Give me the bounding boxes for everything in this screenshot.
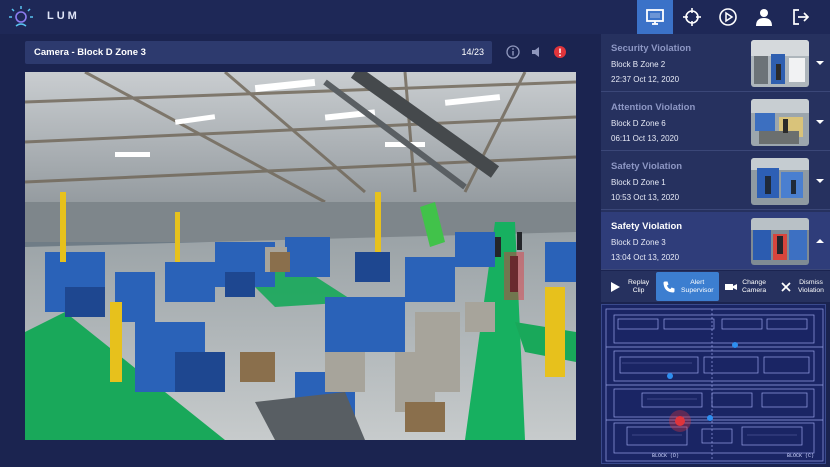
user-icon — [756, 9, 772, 26]
violations-list: Security Violation Block B Zone 2 22:37 … — [601, 34, 830, 270]
dismiss-violation-button[interactable]: Dismiss Violation — [774, 272, 829, 301]
violation-thumbnail[interactable] — [751, 218, 809, 265]
violation-actions-bar: Replay Clip Alert Supervisor Change Came… — [601, 271, 830, 302]
violation-time: 10:53 Oct 13, 2020 — [611, 193, 680, 202]
chevron-up-icon[interactable] — [814, 236, 826, 246]
camera-info-button[interactable] — [505, 44, 521, 60]
alert-icon — [554, 46, 566, 58]
logout-icon — [793, 9, 810, 25]
dismiss-violation-label: Dismiss Violation — [798, 278, 824, 294]
change-camera-label: Change Camera — [742, 278, 767, 294]
violation-title: Safety Violation — [611, 161, 683, 172]
violation-thumbnail[interactable] — [751, 158, 809, 205]
violation-card[interactable]: Security Violation Block B Zone 2 22:37 … — [601, 34, 830, 92]
violation-location: Block D Zone 3 — [611, 238, 666, 247]
chevron-down-icon[interactable] — [814, 176, 826, 186]
crosshair-icon — [683, 8, 701, 26]
nav-user-button[interactable] — [746, 0, 782, 34]
violation-location: Block D Zone 1 — [611, 178, 666, 187]
play-icon — [611, 281, 620, 292]
app-name: LUM — [47, 10, 80, 22]
factory-floor-image — [25, 72, 576, 440]
info-icon — [506, 45, 520, 59]
violation-title: Security Violation — [611, 43, 692, 54]
close-icon — [781, 281, 791, 292]
nav-play-button[interactable] — [710, 0, 746, 34]
nav-logout-button[interactable] — [783, 0, 819, 34]
violation-card[interactable]: Attention Violation Block D Zone 6 06:11… — [601, 93, 830, 151]
play-circle-icon — [719, 8, 737, 26]
map-label-block-c: BLOCK (C) — [787, 453, 815, 459]
speaker-icon — [532, 47, 539, 57]
camera-counter: 14/23 — [461, 47, 484, 57]
camera-title: Camera - Block D Zone 3 — [34, 47, 146, 58]
alert-supervisor-label: Alert Supervisor — [681, 278, 714, 294]
monitor-icon — [646, 9, 664, 25]
violation-time: 22:37 Oct 12, 2020 — [611, 75, 680, 84]
camera-audio-button[interactable] — [529, 44, 545, 60]
replay-clip-button[interactable]: Replay Clip — [603, 272, 655, 301]
nav-monitor-button[interactable] — [637, 0, 673, 34]
camera-header: Camera - Block D Zone 3 14/23 — [25, 41, 492, 64]
violation-location: Block B Zone 2 — [611, 60, 666, 69]
video-camera-icon — [725, 283, 737, 290]
camera-alert-indicator[interactable] — [552, 44, 568, 60]
lum-logo-icon — [9, 6, 33, 27]
violation-card[interactable]: Safety Violation Block D Zone 1 10:53 Oc… — [601, 152, 830, 210]
replay-clip-label: Replay Clip — [628, 278, 650, 294]
violation-thumbnail[interactable] — [751, 99, 809, 146]
camera-feed[interactable] — [25, 72, 576, 440]
change-camera-button[interactable]: Change Camera — [720, 272, 772, 301]
floor-plan-drawing — [605, 308, 824, 462]
violation-card-selected[interactable]: Safety Violation Block D Zone 3 13:04 Oc… — [601, 212, 830, 270]
violation-thumbnail[interactable] — [751, 40, 809, 87]
violation-time: 13:04 Oct 13, 2020 — [611, 253, 680, 262]
nav-target-button[interactable] — [674, 0, 710, 34]
alert-supervisor-button[interactable]: Alert Supervisor — [656, 272, 719, 301]
map-label-block-d: BLOCK (D) — [652, 453, 680, 459]
violation-title: Safety Violation — [611, 221, 683, 232]
violation-location: Block D Zone 6 — [611, 119, 666, 128]
violation-time: 06:11 Oct 13, 2020 — [611, 134, 679, 143]
chevron-down-icon[interactable] — [814, 58, 826, 68]
top-bar: LUM — [0, 0, 830, 34]
chevron-down-icon[interactable] — [814, 117, 826, 127]
phone-icon — [663, 281, 675, 292]
floor-map[interactable]: BLOCK (D) BLOCK (C) — [601, 304, 826, 464]
violation-title: Attention Violation — [611, 102, 696, 113]
